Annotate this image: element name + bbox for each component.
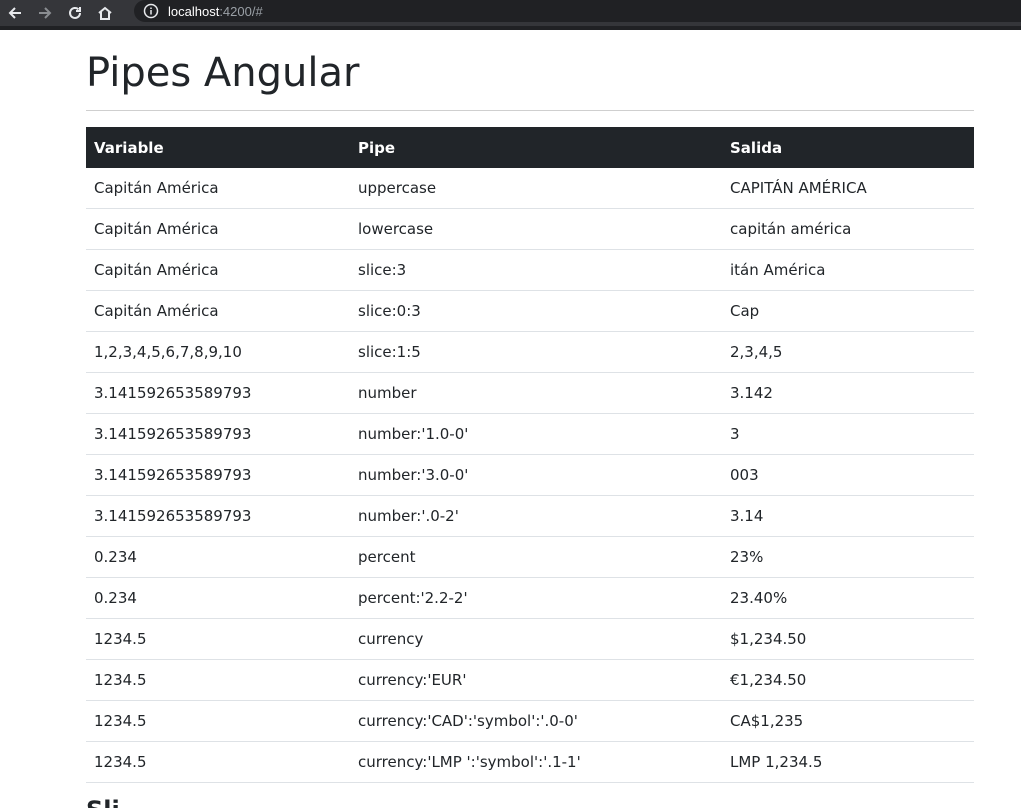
header-variable: Variable — [94, 138, 164, 157]
table-row: 3.141592653589793 number 3.142 — [86, 372, 974, 414]
cell-variable: 1234.5 — [86, 741, 350, 783]
cell-salida: CA$1,235 — [722, 700, 974, 742]
cell-pipe: lowercase — [350, 208, 722, 250]
home-button[interactable] — [95, 3, 115, 23]
cell-variable: Capitán América — [86, 168, 350, 209]
divider — [86, 110, 974, 111]
url-text: localhost:4200/# — [168, 4, 263, 19]
cell-variable: Capitán América — [86, 208, 350, 250]
cell-variable: 3.141592653589793 — [86, 372, 350, 414]
home-icon — [98, 6, 112, 20]
forward-button[interactable] — [35, 3, 55, 23]
cell-pipe: currency:'LMP ':'symbol':'.1-1' — [350, 741, 722, 783]
page-title: Pipes Angular — [86, 50, 360, 96]
cell-salida: 3.14 — [722, 495, 974, 537]
arrow-left-icon — [8, 7, 21, 19]
table-row: 0.234 percent:'2.2-2' 23.40% — [86, 577, 974, 619]
table-row: 1,2,3,4,5,6,7,8,9,10 slice:1:5 2,3,4,5 — [86, 331, 974, 373]
section-heading: Sli — [86, 796, 120, 808]
cell-pipe: uppercase — [350, 168, 722, 209]
cell-salida: 23.40% — [722, 577, 974, 619]
cell-pipe: currency — [350, 618, 722, 660]
table-row: 1234.5 currency:'CAD':'symbol':'.0-0' CA$1… — [86, 700, 974, 742]
cell-variable: 1234.5 — [86, 659, 350, 701]
header-pipe: Pipe — [358, 138, 396, 157]
address-bar[interactable]: localhost:4200/# — [134, 0, 1021, 22]
url-host: localhost — [168, 3, 220, 19]
cell-pipe: percent:'2.2-2' — [350, 577, 722, 619]
browser-toolbar: localhost:4200/# — [0, 0, 1021, 30]
cell-pipe: number:'1.0-0' — [350, 413, 722, 455]
table-row: 3.141592653589793 number:'1.0-0' 3 — [86, 413, 974, 455]
cell-pipe: slice:3 — [350, 249, 722, 291]
cell-salida: LMP 1,234.5 — [722, 741, 974, 783]
table-body: Capitán América uppercase CAPITÁN AMÉRICA C… — [86, 168, 974, 783]
table-row: 1234.5 currency $1,234.50 — [86, 618, 974, 660]
cell-pipe: percent — [350, 536, 722, 578]
cell-variable: 0.234 — [86, 577, 350, 619]
info-icon[interactable] — [143, 3, 159, 19]
cell-salida: $1,234.50 — [722, 618, 974, 660]
cell-variable: 0.234 — [86, 536, 350, 578]
url-path: :4200/# — [219, 3, 263, 19]
cell-pipe: number:'3.0-0' — [350, 454, 722, 496]
arrow-right-icon — [39, 7, 52, 19]
table-row: 3.141592653589793 number:'.0-2' 3.14 — [86, 495, 974, 537]
cell-variable: Capitán América — [86, 249, 350, 291]
table-row: Capitán América slice:0:3 Cap — [86, 290, 974, 332]
cell-salida: €1,234.50 — [722, 659, 974, 701]
cell-salida: 2,3,4,5 — [722, 331, 974, 373]
cell-pipe: slice:0:3 — [350, 290, 722, 332]
cell-variable: Capitán América — [86, 290, 350, 332]
cell-salida: capitán américa — [722, 208, 974, 250]
cell-pipe: currency:'EUR' — [350, 659, 722, 701]
table-row: 3.141592653589793 number:'3.0-0' 003 — [86, 454, 974, 496]
table-header-row: Variable Pipe Salida — [86, 127, 974, 168]
header-salida: Salida — [730, 138, 783, 157]
cell-variable: 3.141592653589793 — [86, 454, 350, 496]
cell-variable: 1,2,3,4,5,6,7,8,9,10 — [86, 331, 350, 373]
reload-button[interactable] — [65, 3, 85, 23]
cell-salida: 23% — [722, 536, 974, 578]
cell-pipe: currency:'CAD':'symbol':'.0-0' — [350, 700, 722, 742]
cell-pipe: slice:1:5 — [350, 331, 722, 373]
cell-salida: itán América — [722, 249, 974, 291]
back-button[interactable] — [5, 3, 25, 23]
cell-salida: 003 — [722, 454, 974, 496]
table-row: 0.234 percent 23% — [86, 536, 974, 578]
table-row: 1234.5 currency:'LMP ':'symbol':'.1-1' LMP… — [86, 741, 974, 783]
cell-salida: 3 — [722, 413, 974, 455]
cell-variable: 1234.5 — [86, 618, 350, 660]
cell-salida: Cap — [722, 290, 974, 332]
cell-pipe: number:'.0-2' — [350, 495, 722, 537]
main-container: Pipes Angular Variable Pipe Salida Capit… — [86, 30, 974, 808]
cell-pipe: number — [350, 372, 722, 414]
pipes-table: Variable Pipe Salida Capitán América uppe… — [86, 127, 974, 783]
reload-icon — [69, 6, 81, 19]
cell-salida: 3.142 — [722, 372, 974, 414]
table-row: Capitán América lowercase capitán américa — [86, 208, 974, 250]
table-row: 1234.5 currency:'EUR' €1,234.50 — [86, 659, 974, 701]
cell-variable: 3.141592653589793 — [86, 413, 350, 455]
cell-variable: 1234.5 — [86, 700, 350, 742]
table-row: Capitán América uppercase CAPITÁN AMÉRICA — [86, 168, 974, 209]
cell-variable: 3.141592653589793 — [86, 495, 350, 537]
cell-salida: CAPITÁN AMÉRICA — [722, 168, 974, 209]
table-row: Capitán América slice:3 itán América — [86, 249, 974, 291]
